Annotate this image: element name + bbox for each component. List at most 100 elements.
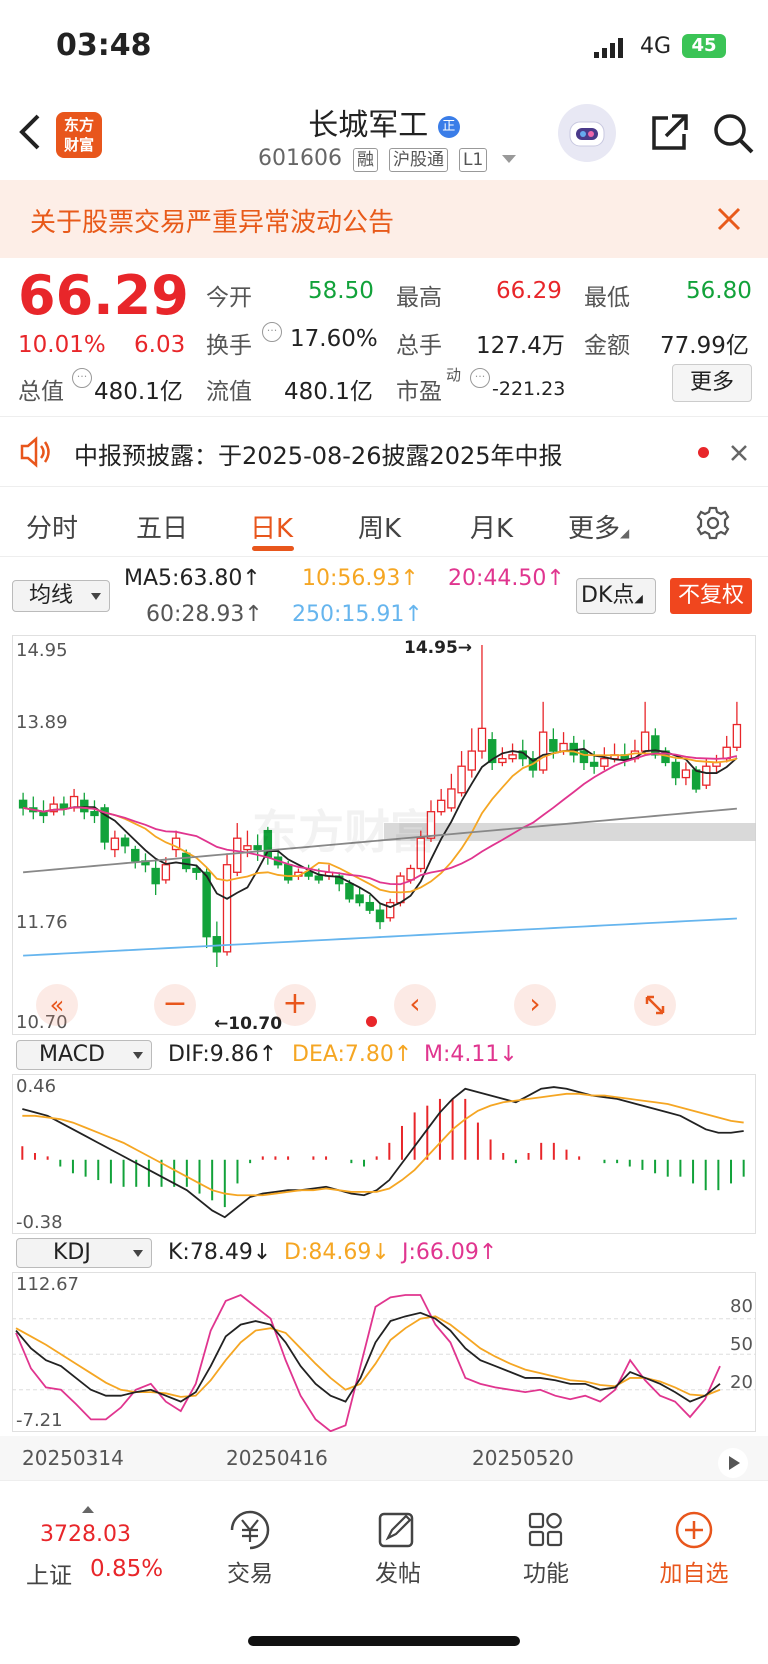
macd-y-bottom: -0.38 [16,1212,63,1233]
trade-button[interactable]: 交易 [190,1510,310,1590]
home-indicator[interactable] [248,1636,520,1646]
candle-body [212,936,222,953]
dk-point-button[interactable]: DK点◢ [576,578,656,614]
candle-body [314,875,324,881]
macd-select[interactable]: MACD [16,1040,152,1070]
tag-connect: 沪股通 [388,148,448,172]
zoom-in-button[interactable]: + [274,984,316,1026]
search-icon[interactable] [712,112,756,160]
fullscreen-button[interactable] [634,984,676,1026]
play-icon[interactable] [718,1448,748,1478]
ma-select[interactable]: 均线 [12,580,110,612]
dif-label: DIF:9.86↑ [168,1042,278,1067]
dif-line [22,1086,744,1219]
tab-daily-k[interactable]: 日K [250,508,293,545]
d-label: D:84.69↓ [284,1240,390,1265]
status-time: 03:48 [56,28,152,63]
caret-icon: ◢ [620,526,630,540]
tab-weekly-k[interactable]: 周K [358,508,401,545]
turnover-label: 换手 [206,333,252,359]
y-tick-top: 14.95 [16,640,68,661]
kdj-right-80: 80 [730,1296,753,1317]
k-label: K:78.49↓ [168,1240,272,1265]
current-price: 66.29 [18,264,189,327]
tab-monthly-k[interactable]: 月K [470,508,513,545]
info-icon[interactable]: ··· [72,368,92,388]
candle-body [182,852,191,870]
edit-icon [378,1512,414,1548]
prev-button[interactable]: ‹ [394,984,436,1026]
robot-avatar-icon[interactable] [558,104,616,162]
stock-name: 长城军工 [308,108,429,143]
high-value: 66.29 [496,278,562,304]
open-label: 今开 [206,285,252,311]
more-button[interactable]: 更多 [672,364,752,402]
zoom-out-button[interactable]: − [154,984,196,1026]
candle-body [498,757,507,764]
y-tick-3: 11.76 [16,912,68,933]
adjust-button[interactable]: 不复权 [670,578,752,614]
candle-body [559,742,568,752]
d-line [15,1315,721,1398]
kdj-chart[interactable] [12,1272,756,1432]
candle-body [365,901,375,911]
candle-body [640,731,650,752]
ma10-label: 10:56.93↑ [302,566,419,591]
x-tick-2: 20250416 [226,1446,328,1470]
settings-icon[interactable] [696,506,730,544]
dea-label: DEA:7.80↑ [292,1042,413,1067]
close-icon[interactable] [730,444,748,466]
candle-body [385,901,395,919]
open-value: 58.50 [308,278,374,304]
candle-body [671,761,680,779]
announcement-text[interactable]: 关于股票交易严重异常波动公告 [30,202,394,239]
badge-zheng-icon: 正 [437,115,460,138]
next-button[interactable]: › [514,984,556,1026]
stock-code-row: 601606 融 沪股通 L1 [258,146,517,172]
signal-icon [594,38,628,62]
unread-dot [698,447,709,458]
watermark: 东方财富 [252,805,436,859]
high-label: 最高 [396,285,442,311]
pe-value: -221.23 [492,378,566,400]
caret-down-icon [91,593,101,600]
candle-body [691,769,701,790]
share-icon[interactable] [648,112,690,158]
caret-down-icon [133,1052,143,1059]
index-value: 3728.03 [40,1522,131,1547]
stock-code: 601606 [258,146,342,171]
candle-body [436,799,446,813]
post-button[interactable]: 发帖 [338,1510,458,1590]
plus-circle-icon [675,1511,713,1549]
tab-intraday[interactable]: 分时 [26,508,78,545]
battery-icon: 45 [682,34,726,58]
kdj-y-bottom: -7.21 [16,1410,63,1431]
info-icon[interactable]: ··· [470,368,490,388]
add-watchlist-button[interactable]: 加自选 [634,1510,754,1590]
tab-five-day[interactable]: 五日 [136,508,188,545]
candle-body [375,909,385,923]
ma5-label: MA5:63.80↑ [124,566,261,591]
float-value: 480.1亿 [284,379,373,405]
rewind-button[interactable]: « [36,984,78,1026]
index-widget[interactable]: 3728.03 上证 0.85% [20,1504,180,1589]
m-label: M:4.11↓ [424,1042,518,1067]
info-icon[interactable]: ··· [262,322,282,342]
j-label: J:66.09↑ [402,1240,498,1265]
macd-chart[interactable] [12,1074,756,1234]
kdj-right-50: 50 [730,1334,753,1355]
kdj-y-top: 112.67 [16,1274,79,1295]
kdj-select[interactable]: KDJ [16,1238,152,1268]
notice-text[interactable]: 中报预披露：于2025-08-26披露2025年中报 [74,436,563,471]
candle-body [233,837,242,873]
amount-value: 77.99亿 [660,333,749,359]
caret-down-icon[interactable] [502,155,517,163]
function-button[interactable]: 功能 [486,1510,606,1590]
high-annotation: 14.95→ [404,638,473,658]
close-icon[interactable] [716,206,742,236]
pe-sup: 动 [446,366,462,384]
tab-more[interactable]: 更多◢ [568,508,629,545]
candle-body [396,875,405,904]
dea-line [22,1092,744,1197]
candle-body [651,735,660,756]
